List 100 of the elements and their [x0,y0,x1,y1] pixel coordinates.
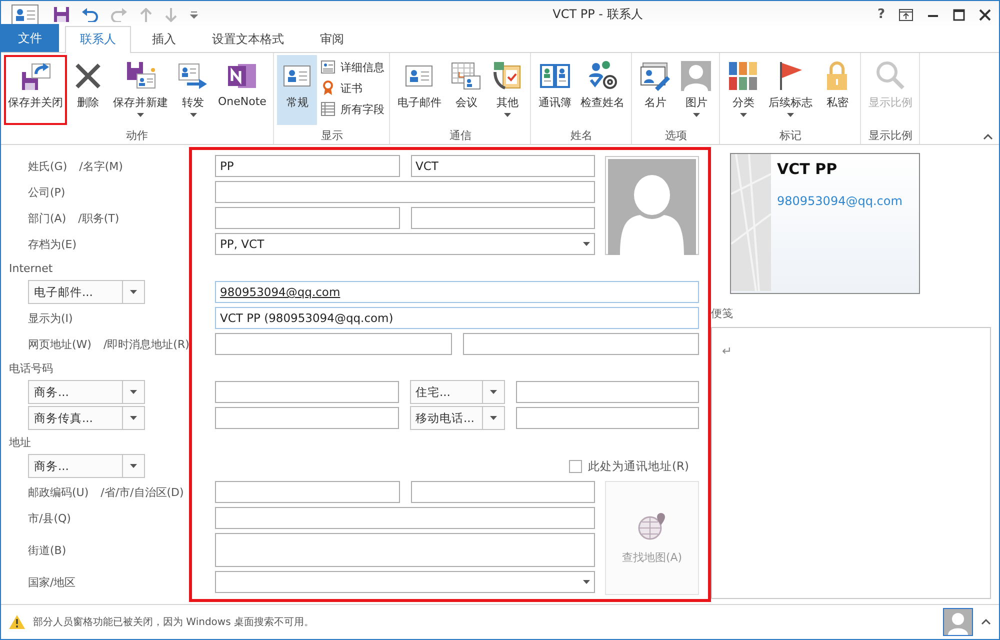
caret-icon [490,390,496,394]
ribbon-button[interactable]: 分类 [723,55,764,125]
text-field[interactable]: VCT PP (980953094@qq.com) [215,307,699,329]
field-label: 显示为(I) [28,310,73,326]
field-label: /即时消息地址(R) [103,336,190,352]
section-label: Internet [9,262,53,274]
ribbon-button[interactable]: 删除 [68,55,108,125]
ribbon-tab[interactable]: 插入 [137,26,191,52]
clipboard-icon [491,60,524,92]
expand-icon[interactable] [981,619,991,625]
ribbon-tab[interactable]: 审阅 [305,26,359,52]
text-field[interactable] [462,333,699,355]
field-label: 街道(B) [28,542,66,558]
field-label: 部门(A) [28,210,66,226]
ribbon-button[interactable]: 转发 [173,55,213,125]
ribbon-tab[interactable]: 联系人 [65,26,131,53]
collapse-icon[interactable] [983,134,993,140]
section-label: 电话号码 [9,360,53,376]
field-label: /名字(M) [79,158,123,174]
ribbon-button[interactable]: 保存并关闭 [4,55,67,125]
field-selector[interactable]: 移动电话... [410,406,504,430]
field-selector[interactable]: 商务传真... [28,406,145,430]
warning-icon [9,615,25,629]
field-label: 网页地址(W) [28,336,92,352]
field-label: 公司(P) [28,184,66,200]
field-selector[interactable]: 商务... [28,380,145,404]
ribbon-button[interactable]: 证书 [318,79,386,97]
field-label: 姓氏(G) [28,158,68,174]
field-selector[interactable]: 电子邮件... [28,280,145,304]
text-field[interactable] [410,207,595,229]
globe-icon [637,512,667,542]
text-field[interactable]: VCT [410,155,595,177]
text-field[interactable] [410,481,595,503]
ribbon-tab[interactable]: 文件 [1,24,59,52]
text-field[interactable] [215,481,400,503]
ribbon-button[interactable]: 常规 [277,55,318,125]
color-grid-icon [727,60,760,92]
field-label: 邮政编码(U) [28,484,89,500]
calendar-icon [450,60,482,92]
group-label: 显示比例 [867,128,914,144]
field-selector[interactable]: 住宅... [410,380,504,404]
caret-icon [130,464,137,468]
ribbon-button[interactable]: 电子邮件 [393,55,446,125]
notes-label: 便笺 [711,306,734,321]
text-field[interactable] [215,181,595,203]
caret-icon [692,113,700,117]
ribbon-button[interactable]: 保存并新建 [109,55,172,125]
ribbon-button[interactable]: 私密 [817,55,858,125]
save-icon [20,60,52,92]
help-button[interactable]: ? [877,7,885,22]
text-field[interactable] [215,381,398,403]
checkbox[interactable] [569,460,582,472]
text-field[interactable] [516,407,699,429]
caret-icon [137,113,144,117]
undo-icon[interactable] [82,8,98,22]
list-icon [320,101,336,117]
ribbon-button[interactable]: 名片 [635,55,676,125]
caret-icon [786,113,794,117]
ribbon-tab[interactable]: 设置文本格式 [197,26,299,52]
close-icon[interactable] [979,8,991,20]
email-link[interactable]: 980953094@qq.com [777,194,902,208]
maximize-icon[interactable] [953,8,965,20]
group-label: 通信 [448,128,472,144]
search-icon [874,60,906,92]
redo-icon[interactable] [111,8,127,22]
field-label: 存档为(E) [28,236,77,252]
ribbon-button[interactable]: OneNote [214,55,270,125]
combo-box[interactable] [215,571,595,593]
text-field[interactable] [215,407,398,429]
text-area[interactable] [215,533,595,567]
checkbox-label: 此处为通讯地址(R) [588,458,689,474]
ribbon-button[interactable]: 检查姓名 [576,55,628,125]
field-label: 市/县(Q) [28,510,71,526]
email-field[interactable]: 980953094@qq.com [215,281,699,303]
combo-box[interactable]: PP, VCT [215,233,595,255]
contact-photo-icon[interactable] [608,159,696,255]
ribbon-button[interactable]: 图片 [676,55,716,125]
customize-icon[interactable] [190,10,198,18]
text-field[interactable] [215,207,400,229]
ribbon-button[interactable]: 其他 [487,55,528,125]
notes-field[interactable]: ↵ [711,327,991,599]
ribbon-display-icon[interactable] [899,8,913,20]
save-icon[interactable] [54,7,69,22]
caret-icon [583,242,590,246]
ribbon-button[interactable]: 详细信息 [318,58,386,76]
field-label: /职务(T) [78,210,120,226]
text-field[interactable] [215,507,595,529]
text-field[interactable] [215,333,452,355]
up-arrow-icon[interactable] [140,8,152,22]
field-selector[interactable]: 商务... [28,454,145,478]
ribbon-button[interactable]: 通讯簿 [534,55,576,125]
caret-icon [130,390,137,394]
caret-icon [130,290,137,294]
text-field[interactable] [516,381,699,403]
text-field[interactable]: PP [215,155,400,177]
down-arrow-icon[interactable] [165,8,177,22]
ribbon-button[interactable]: 后续标志 [764,55,816,125]
ribbon-button[interactable]: 所有字段 [318,100,386,118]
avatar-icon[interactable] [943,608,973,636]
ribbon-button[interactable]: 会议 [446,55,486,125]
